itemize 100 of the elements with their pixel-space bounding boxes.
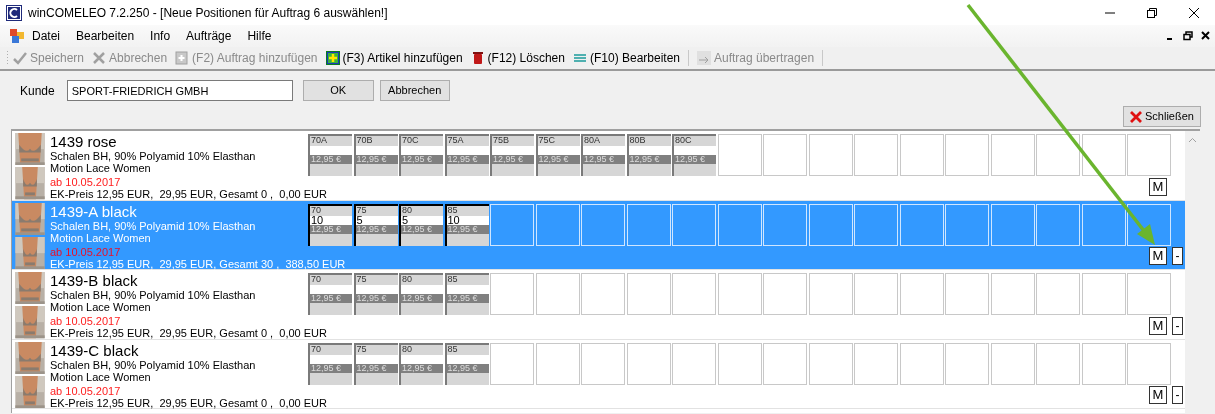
- toolbar-button[interactable]: (F12) Löschen: [466, 49, 569, 67]
- lines-icon: [572, 51, 587, 65]
- scroll-up-icon[interactable]: [1188, 137, 1197, 143]
- delivery-date: ab 10.05.2017: [49, 315, 121, 327]
- size-cell[interactable]: 70 12,95 €: [308, 273, 352, 315]
- size-price: 12,95 €: [311, 362, 342, 373]
- quantity-value: 5: [402, 213, 409, 226]
- collection-name: Motion Lace Women: [50, 301, 152, 313]
- menu-item[interactable]: Datei: [24, 27, 68, 45]
- collection-name: Motion Lace Women: [50, 162, 152, 174]
- size-label: 75C: [537, 136, 556, 146]
- article-row[interactable]: 1439-C black Schalen BH, 90% Polyamid 10% Elasthan Motion Lace Women 70 12,95 € 75 12,95 € 80 12,95 € 85 12,95 € ab 10.05.2017 EK-Preis 12,95 EUR, 29,95 EUR, Gesamt 0 , 0,00 EUR M -: [12, 339, 1185, 409]
- size-label: 85: [446, 205, 459, 216]
- size-label: 80: [401, 344, 413, 355]
- size-cell[interactable]: 75A 12,95 €: [444, 134, 489, 176]
- size-price: 12,95 €: [629, 154, 660, 164]
- size-price: 12,95 €: [402, 154, 433, 164]
- delivery-date: ab 10.05.2017: [49, 176, 121, 188]
- toolbar-button[interactable]: (F10) Bearbeiten: [568, 49, 684, 67]
- menu-item[interactable]: Hilfe: [239, 27, 280, 45]
- size-price: 12,95 €: [356, 223, 387, 234]
- delivery-date: ab 10.05.2017: [49, 384, 121, 397]
- size-cell[interactable]: 85 12,95 €: [444, 273, 489, 315]
- price-summary: EK-Preis 12,95 EUR, 29,95 EUR, Gesamt 0 , 0,00 EUR: [49, 327, 327, 339]
- close-icon: [1130, 110, 1143, 123]
- minus-button[interactable]: -: [1172, 316, 1183, 335]
- collection-name: Motion Lace Women: [50, 231, 151, 244]
- article-description: Schalen BH, 90% Polyamid 10% Elasthan: [50, 219, 257, 232]
- m-button[interactable]: M: [1149, 247, 1167, 265]
- size-label: 75: [355, 275, 368, 285]
- customer-field[interactable]: SPORT-FRIEDRICH GMBH: [66, 80, 293, 101]
- check-icon: [13, 51, 27, 65]
- size-label: 80: [401, 205, 413, 216]
- size-label: 70: [310, 344, 322, 355]
- size-cell[interactable]: 80 5 12,95 €: [399, 203, 443, 246]
- article-description: Schalen BH, 90% Polyamid 10% Elasthan: [50, 289, 257, 301]
- size-cell[interactable]: 85 12,95 €: [444, 342, 489, 385]
- toolbar-grip: [6, 50, 9, 66]
- menu-item[interactable]: Info: [142, 27, 179, 45]
- m-button[interactable]: M: [1149, 177, 1167, 196]
- size-label: 70: [310, 205, 322, 216]
- size-label: 70: [310, 275, 322, 285]
- dialog-button[interactable]: Abbrechen: [379, 80, 450, 101]
- size-label: 75: [355, 344, 368, 355]
- cross-icon: [92, 51, 107, 65]
- size-cell[interactable]: 70A 12,95 €: [308, 134, 352, 176]
- size-cell[interactable]: 75 5 12,95 €: [353, 203, 398, 246]
- size-label: 75B: [492, 136, 510, 146]
- scrollbar[interactable]: [1185, 131, 1200, 413]
- size-cell[interactable]: 80 12,95 €: [399, 273, 443, 315]
- size-cell[interactable]: 75B 12,95 €: [490, 134, 534, 176]
- window-title: winCOMELEO 7.2.250 - [Neue Positionen für Auftrag 6 auswählen!]: [28, 4, 388, 22]
- close-icon[interactable]: [1201, 31, 1211, 41]
- article-description: Schalen BH, 90% Polyamid 10% Elasthan: [50, 150, 257, 162]
- article-title: 1439 rose: [50, 133, 118, 150]
- m-button[interactable]: M: [1149, 316, 1167, 335]
- toolbar-button[interactable]: (F3) Artikel hinzufügen: [321, 49, 467, 67]
- article-title: 1439-C black: [50, 341, 140, 359]
- size-cell[interactable]: 70B 12,95 €: [353, 134, 398, 176]
- size-cell[interactable]: 80 12,95 €: [399, 342, 443, 385]
- restore-icon[interactable]: [1183, 31, 1193, 41]
- size-cell[interactable]: 85 10 12,95 €: [444, 203, 489, 246]
- size-price: 12,95 €: [311, 154, 342, 164]
- size-price: 12,95 €: [584, 154, 615, 164]
- article-row[interactable]: 1439-A black Schalen BH, 90% Polyamid 10% Elasthan Motion Lace Women 70 10 12,95 € 75 5 12,95 € 80 5 12,95 € 85 10 12,95 € ab 10.05.2017 EK-Preis 12,95 EUR, 29,95 EUR, Gesamt 30 , 388,50 EUR M -: [12, 200, 1185, 270]
- menu-item[interactable]: Aufträge: [178, 27, 240, 45]
- size-price: 12,95 €: [493, 154, 524, 164]
- size-cell[interactable]: 75 12,95 €: [353, 342, 398, 385]
- size-cell[interactable]: 80A 12,95 €: [581, 134, 625, 176]
- restore-icon[interactable]: [1146, 6, 1158, 19]
- size-price: 12,95 €: [675, 154, 706, 164]
- size-cell[interactable]: 75C 12,95 €: [535, 134, 580, 176]
- size-cell[interactable]: 75 12,95 €: [353, 273, 398, 315]
- app-menu-icon[interactable]: [10, 29, 24, 43]
- size-cell[interactable]: 70 12,95 €: [308, 342, 352, 385]
- size-cell[interactable]: 70 10 12,95 €: [308, 203, 352, 246]
- menu-item[interactable]: Bearbeiten: [68, 27, 143, 45]
- close-button[interactable]: Schließen: [1123, 106, 1201, 127]
- size-price: 12,95 €: [447, 293, 478, 303]
- minus-button[interactable]: -: [1172, 247, 1183, 265]
- size-label: 70B: [355, 136, 374, 146]
- size-cell[interactable]: 80B 12,95 €: [626, 134, 671, 176]
- m-button[interactable]: M: [1149, 386, 1167, 404]
- size-label: 80B: [628, 136, 647, 146]
- quantity-value: 10: [311, 213, 324, 226]
- dialog-button[interactable]: OK: [302, 80, 374, 101]
- minus-button[interactable]: -: [1172, 386, 1183, 404]
- size-label: 70A: [310, 136, 328, 146]
- size-price: 12,95 €: [447, 154, 478, 164]
- size-price: 12,95 €: [447, 362, 478, 373]
- size-price: 12,95 €: [311, 293, 342, 303]
- size-price: 12,95 €: [402, 223, 433, 234]
- size-label: 70C: [401, 136, 420, 146]
- article-row[interactable]: [12, 131, 1185, 201]
- article-row[interactable]: 1439-B black Schalen BH, 90% Polyamid 10% Elasthan Motion Lace Women 70 12,95 € 75 12,95 € 80 12,95 € 85 12,95 € ab 10.05.2017 EK-Preis 12,95 EUR, 29,95 EUR, Gesamt 0 , 0,00 EUR M -: [12, 270, 1185, 340]
- size-price: 12,95 €: [538, 154, 569, 164]
- size-cell[interactable]: 80C 12,95 €: [672, 134, 716, 176]
- article-title: 1439-B black: [50, 272, 139, 289]
- size-cell[interactable]: 70C 12,95 €: [399, 134, 443, 176]
- close-icon[interactable]: [1188, 6, 1200, 19]
